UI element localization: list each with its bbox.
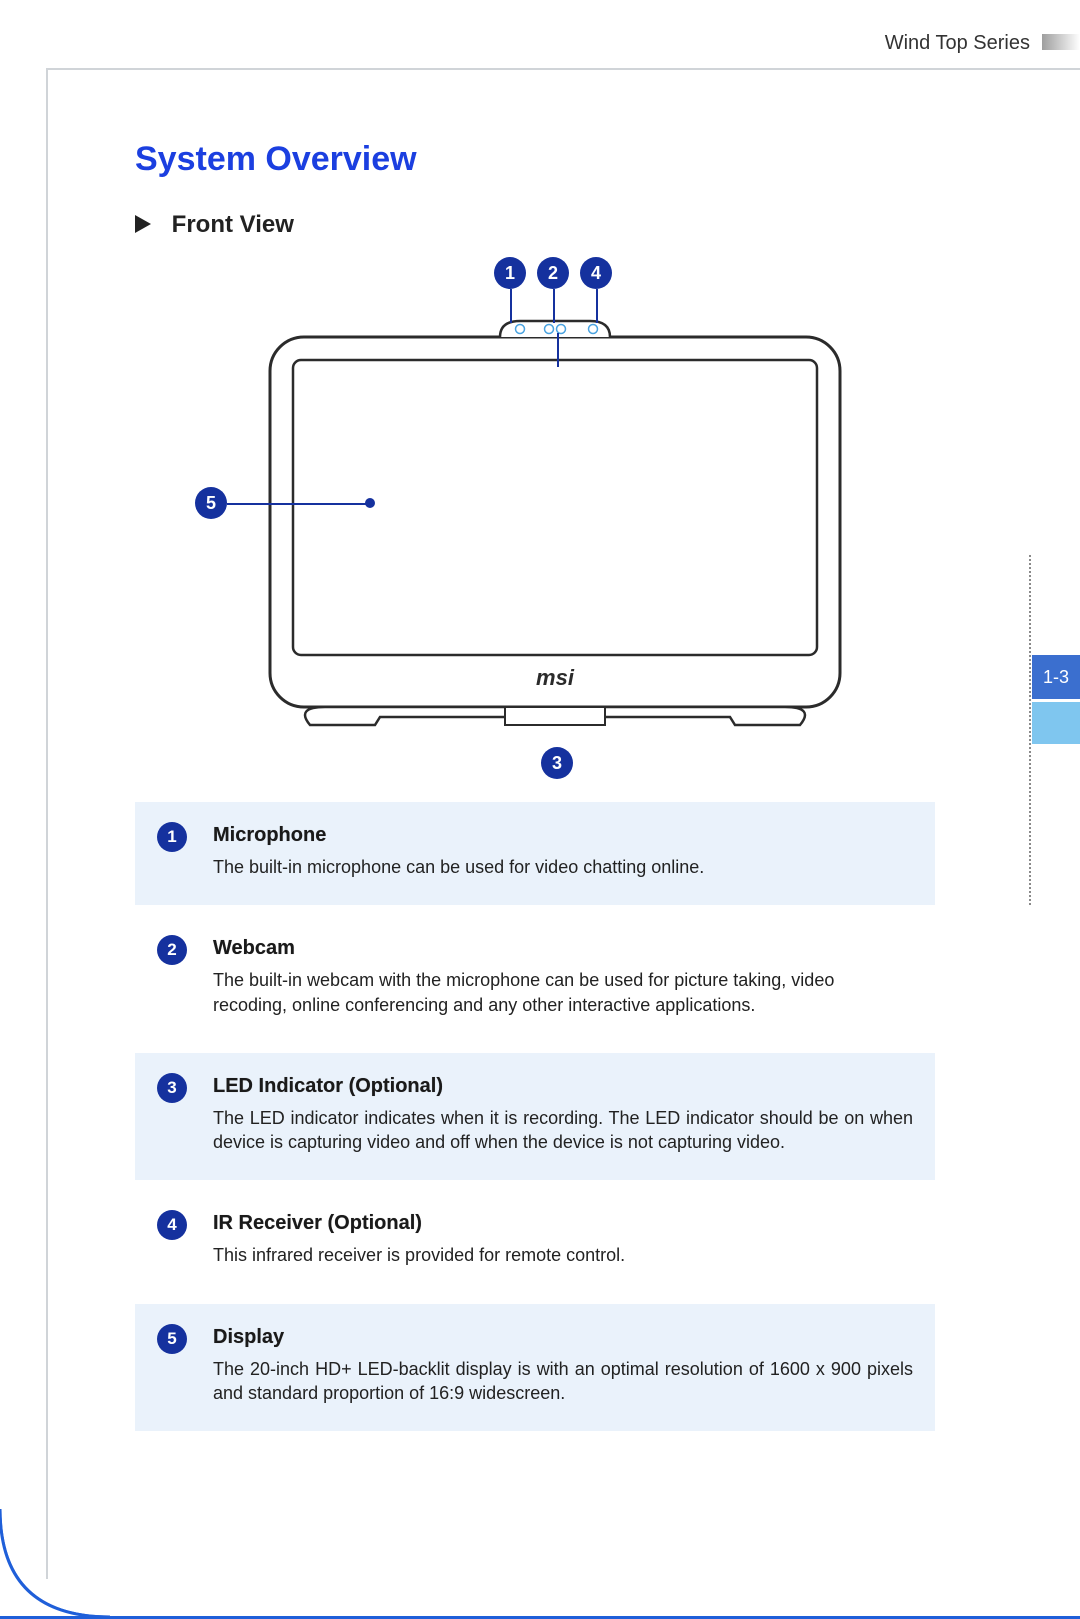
- feature-number: 2: [157, 935, 213, 965]
- feature-title: IR Receiver (Optional): [213, 1212, 913, 1235]
- front-view-diagram: msi 1 2 4 3 5: [175, 257, 895, 742]
- content-area: System Overview Front View: [135, 140, 935, 1441]
- brand-text: msi: [536, 665, 575, 690]
- feature-body: LED Indicator (Optional) The LED indicato…: [213, 1075, 913, 1155]
- feature-item: 3 LED Indicator (Optional) The LED indicat…: [135, 1053, 935, 1181]
- callout-2: 2: [537, 257, 569, 289]
- leader-5: [227, 503, 367, 505]
- leader-3: [557, 333, 559, 367]
- section-title: Front View: [135, 211, 935, 239]
- series-label: Wind Top Series: [885, 32, 1030, 55]
- page-number-tab: 1-3: [1032, 655, 1080, 699]
- feature-body: Microphone The built-in microphone can be…: [213, 824, 913, 879]
- feature-item: 2 Webcam The built-in webcam with the micr…: [135, 915, 935, 1043]
- bottom-left-curve-icon: [0, 1509, 110, 1619]
- callout-1: 1: [494, 257, 526, 289]
- feature-number: 3: [157, 1073, 213, 1103]
- leader-5-dot: [365, 498, 375, 508]
- arrow-right-icon: [135, 215, 151, 233]
- feature-body: Display The 20-inch HD+ LED-backlit displ…: [213, 1326, 913, 1406]
- feature-number-badge: 3: [157, 1073, 187, 1103]
- feature-title: Microphone: [213, 824, 913, 847]
- feature-description: The built-in webcam with the microphone …: [213, 968, 913, 1017]
- leader-4: [596, 289, 598, 323]
- callout-3: 3: [541, 747, 573, 779]
- feature-number-badge: 5: [157, 1324, 187, 1354]
- leader-2: [553, 289, 555, 323]
- monitor-illustration: msi: [175, 257, 895, 742]
- callout-5: 5: [195, 487, 227, 519]
- feature-number-badge: 1: [157, 822, 187, 852]
- feature-number-badge: 2: [157, 935, 187, 965]
- feature-number: 1: [157, 822, 213, 852]
- feature-title: Display: [213, 1326, 913, 1349]
- feature-number: 4: [157, 1210, 213, 1240]
- feature-item: 5 Display The 20-inch HD+ LED-backlit disp…: [135, 1304, 935, 1432]
- left-rule: [46, 68, 48, 1579]
- feature-description: The LED indicator indicates when it is r…: [213, 1106, 913, 1155]
- side-accent-tab: [1032, 702, 1080, 744]
- feature-list: 1 Microphone The built-in microphone can b…: [135, 802, 935, 1431]
- side-dotted-rule: [1029, 555, 1031, 905]
- feature-item: 4 IR Receiver (Optional) This infrared rec…: [135, 1190, 935, 1293]
- feature-number-badge: 4: [157, 1210, 187, 1240]
- feature-description: This infrared receiver is provided for r…: [213, 1243, 913, 1267]
- feature-title: Webcam: [213, 937, 913, 960]
- feature-description: The 20-inch HD+ LED-backlit display is w…: [213, 1357, 913, 1406]
- top-rule: [46, 68, 1080, 70]
- page-title: System Overview: [135, 140, 935, 179]
- feature-body: Webcam The built-in webcam with the micro…: [213, 937, 913, 1017]
- section-title-text: Front View: [172, 211, 294, 238]
- document-page: Wind Top Series 1-3 System Overview Fron…: [0, 0, 1080, 1619]
- feature-body: IR Receiver (Optional) This infrared rece…: [213, 1212, 913, 1267]
- leader-1: [510, 289, 512, 323]
- series-stripe: [1042, 34, 1080, 50]
- feature-description: The built-in microphone can be used for …: [213, 855, 913, 879]
- feature-number: 5: [157, 1324, 213, 1354]
- feature-title: LED Indicator (Optional): [213, 1075, 913, 1098]
- callout-4: 4: [580, 257, 612, 289]
- feature-item: 1 Microphone The built-in microphone can b…: [135, 802, 935, 905]
